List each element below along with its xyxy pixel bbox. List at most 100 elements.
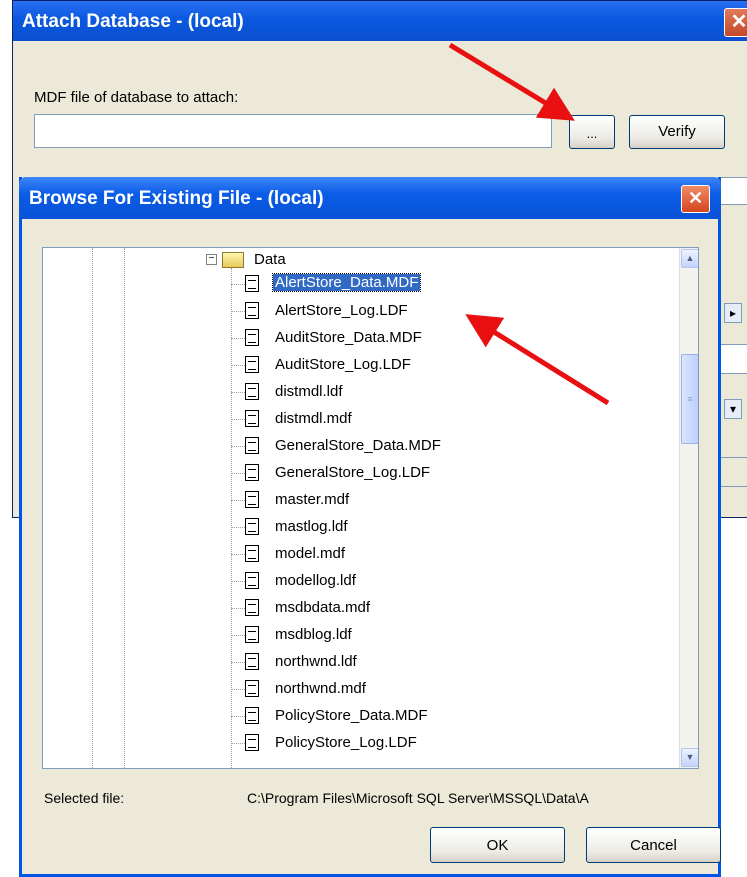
tree-connector [231, 581, 245, 582]
file-name: AuditStore_Data.MDF [275, 329, 422, 346]
file-row[interactable]: AuditStore_Log.LDF [43, 353, 680, 377]
file-row[interactable]: distmdl.mdf [43, 407, 680, 431]
file-name: distmdl.mdf [275, 410, 352, 427]
mdf-file-label: MDF file of database to attach: [34, 89, 239, 106]
file-row[interactable]: GeneralStore_Log.LDF [43, 461, 680, 485]
tree-connector [231, 419, 245, 420]
file-row[interactable]: AuditStore_Data.MDF [43, 326, 680, 350]
tree-connector [231, 365, 245, 366]
file-name: AlertStore_Log.LDF [275, 302, 408, 319]
file-icon [245, 383, 259, 400]
tree-connector [231, 689, 245, 690]
file-row[interactable]: PolicyStore_Log.LDF [43, 731, 680, 755]
tree-connector [231, 473, 245, 474]
file-icon [245, 707, 259, 724]
file-row[interactable]: northwnd.ldf [43, 650, 680, 674]
file-row[interactable]: northwnd.mdf [43, 677, 680, 701]
file-icon [245, 356, 259, 373]
hidden-button [717, 457, 747, 487]
scroll-up-icon[interactable]: ▲ [681, 249, 698, 268]
tree-connector [231, 716, 245, 717]
file-name: master.mdf [275, 491, 350, 508]
tree-connector [231, 662, 245, 663]
scroll-thumb[interactable]: ≡ [681, 354, 698, 444]
tree-connector [231, 527, 245, 528]
file-name: mastlog.ldf [275, 518, 348, 535]
tree-connector [231, 635, 245, 636]
ok-button[interactable]: OK [430, 827, 565, 863]
file-row[interactable]: msdbdata.mdf [43, 596, 680, 620]
tree-connector [231, 392, 245, 393]
vertical-scrollbar[interactable]: ▲ ≡ ▼ [679, 248, 698, 768]
verify-button[interactable]: Verify [629, 115, 725, 149]
tree-connector [231, 446, 245, 447]
folder-icon [222, 252, 244, 268]
close-icon[interactable]: ✕ [681, 185, 710, 213]
file-row[interactable]: distmdl.ldf [43, 380, 680, 404]
file-icon [245, 410, 259, 427]
file-name: PolicyStore_Log.LDF [275, 734, 417, 751]
file-icon [245, 464, 259, 481]
file-row[interactable]: master.mdf [43, 488, 680, 512]
file-icon [245, 545, 259, 562]
attach-database-titlebar[interactable]: Attach Database - (local) ✕ [13, 1, 747, 41]
file-icon [245, 653, 259, 670]
tree-connector [231, 554, 245, 555]
file-icon [245, 572, 259, 589]
file-row[interactable]: AlertStore_Data.MDF [43, 272, 680, 296]
file-row[interactable]: PolicyStore_Data.MDF [43, 704, 680, 728]
file-row[interactable]: AlertStore_Log.LDF [43, 299, 680, 323]
file-row[interactable]: GeneralStore_Data.MDF [43, 434, 680, 458]
file-row[interactable]: msdblog.ldf [43, 623, 680, 647]
close-icon[interactable]: ✕ [724, 8, 747, 37]
tree-connector [231, 284, 245, 285]
file-icon [245, 491, 259, 508]
file-icon [245, 437, 259, 454]
attach-database-title: Attach Database - (local) [22, 11, 244, 32]
file-name: northwnd.mdf [275, 680, 366, 697]
file-name: AuditStore_Log.LDF [275, 356, 411, 373]
file-name: AlertStore_Data.MDF [271, 273, 422, 292]
file-icon [245, 329, 259, 346]
file-name: model.mdf [275, 545, 346, 562]
file-icon [245, 302, 259, 319]
hidden-field [717, 344, 747, 374]
file-icon [245, 680, 259, 697]
tree-connector [231, 608, 245, 609]
hidden-dropdown-icon: ▾ [724, 399, 742, 419]
hidden-scroll-right-icon: ▸ [724, 303, 742, 323]
tree-connector [231, 743, 245, 744]
mdf-file-input[interactable] [34, 114, 552, 148]
file-name: distmdl.ldf [275, 383, 343, 400]
selected-file-path: C:\Program Files\Microsoft SQL Server\MS… [247, 790, 589, 806]
browse-button[interactable]: ... [569, 115, 615, 149]
cancel-button[interactable]: Cancel [586, 827, 721, 863]
file-name: msdblog.ldf [275, 626, 352, 643]
file-icon [245, 518, 259, 535]
hidden-field [717, 177, 747, 205]
scroll-down-icon[interactable]: ▼ [681, 748, 698, 767]
tree-connector [231, 338, 245, 339]
file-name: msdbdata.mdf [275, 599, 371, 616]
file-tree[interactable]: − Data AlertStore_Data.MDF AlertStore_Log… [42, 247, 699, 769]
file-name: GeneralStore_Log.LDF [275, 464, 431, 481]
file-row[interactable]: model.mdf [43, 542, 680, 566]
file-name: GeneralStore_Data.MDF [275, 437, 441, 454]
file-row[interactable]: mastlog.ldf [43, 515, 680, 539]
file-name: PolicyStore_Data.MDF [275, 707, 428, 724]
file-icon [245, 734, 259, 751]
browse-dialog-titlebar[interactable]: Browse For Existing File - (local) ✕ [19, 177, 721, 219]
file-name: modellog.ldf [275, 572, 356, 589]
folder-label: Data [254, 251, 286, 268]
collapse-icon[interactable]: − [206, 254, 217, 265]
file-icon [245, 275, 259, 292]
tree-connector [231, 500, 245, 501]
file-icon [245, 626, 259, 643]
file-icon [245, 599, 259, 616]
selected-file-label: Selected file: [44, 790, 125, 806]
tree-connector [231, 311, 245, 312]
file-name: northwnd.ldf [275, 653, 357, 670]
browse-file-dialog: Browse For Existing File - (local) ✕ − D… [19, 177, 721, 877]
folder-row-data[interactable]: − Data [43, 248, 680, 272]
file-row[interactable]: modellog.ldf [43, 569, 680, 593]
